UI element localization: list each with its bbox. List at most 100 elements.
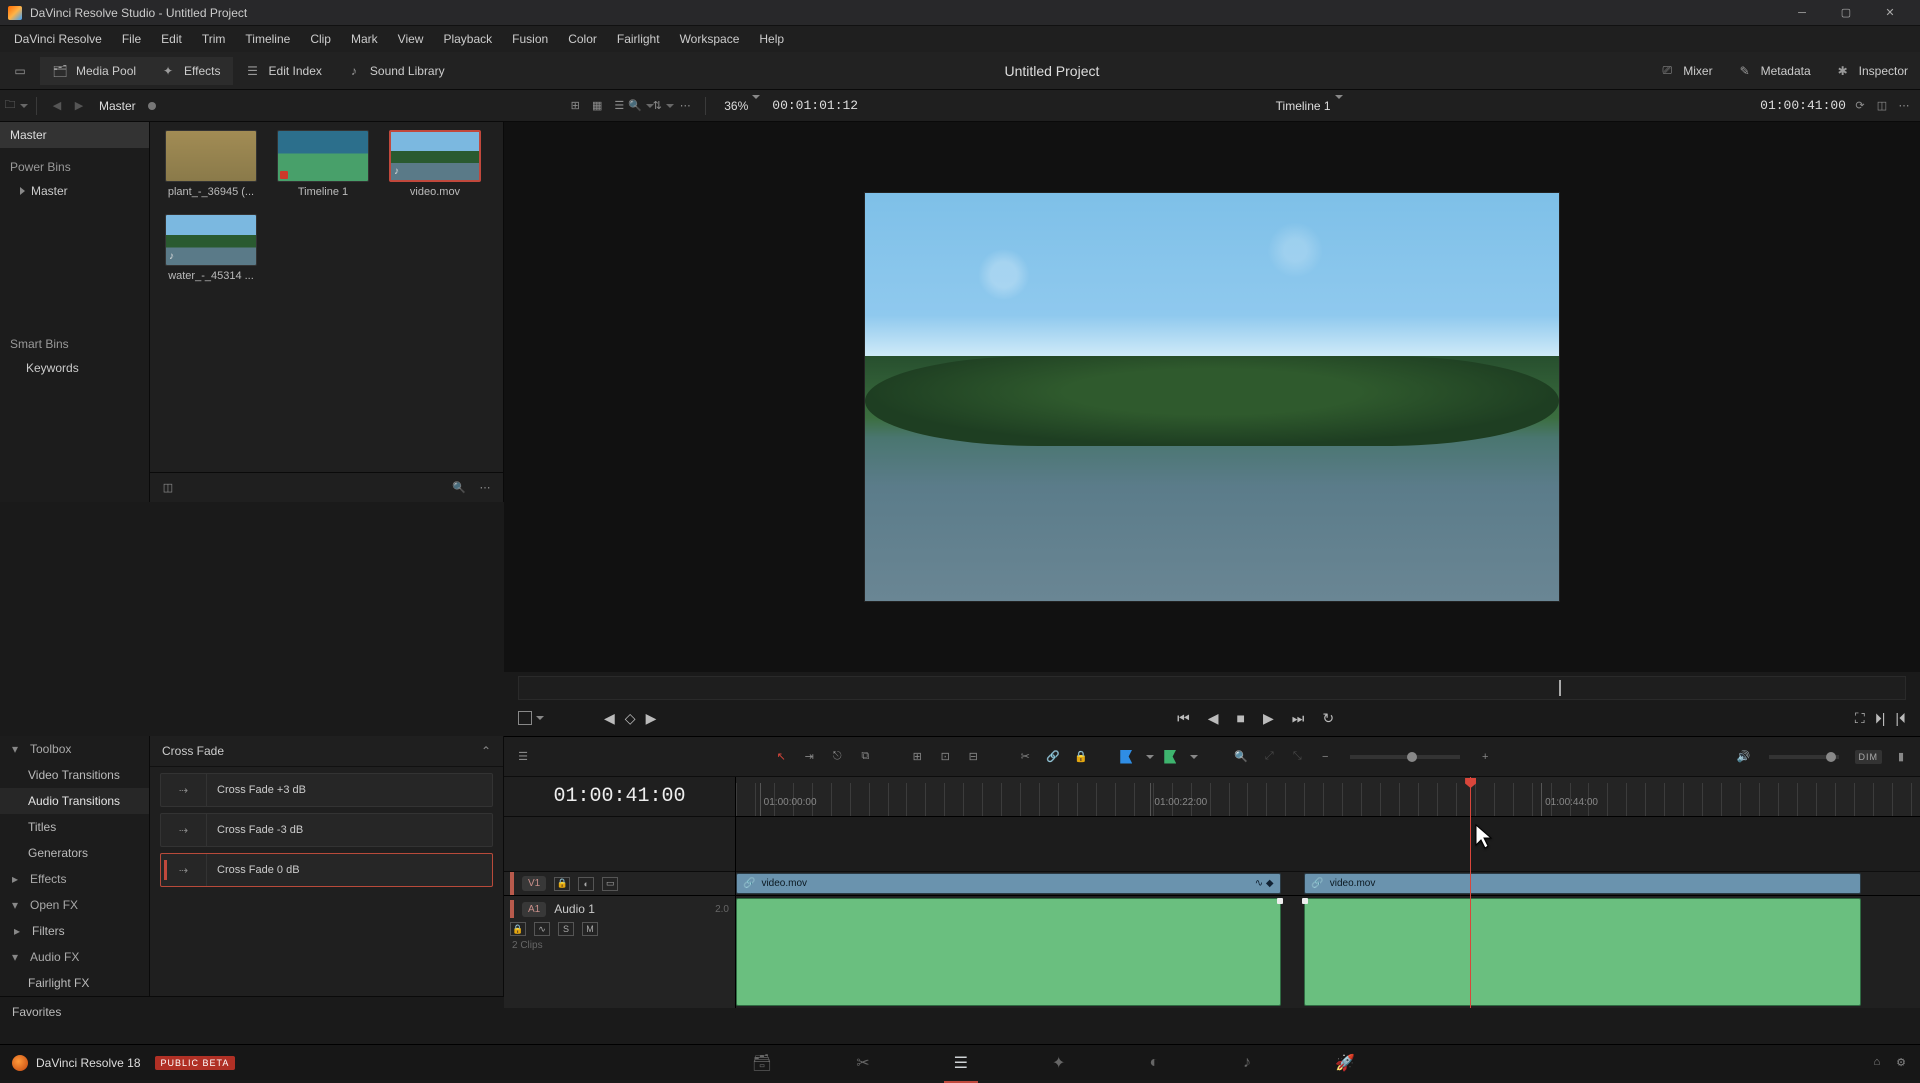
cat-openfx[interactable]: ▾Open FX [0,892,149,918]
viewer-zoom[interactable]: 36% [718,99,766,113]
next-clip[interactable]: ⏵| [1875,710,1886,727]
soundlibrary-toggle[interactable]: ♪Sound Library [334,57,457,85]
menu-help[interactable]: Help [749,28,794,50]
effects-toggle[interactable]: ✦Effects [148,57,232,85]
fx-item[interactable]: ⇢Cross Fade +3 dB [160,773,493,807]
menu-fairlight[interactable]: Fairlight [607,28,670,50]
cat-video-transitions[interactable]: Video Transitions [0,762,149,788]
bin-master[interactable]: Master [0,122,149,148]
replace-clip[interactable]: ⊟ [964,748,982,766]
nav-back[interactable]: ◀ [49,98,65,114]
insert-clip[interactable]: ⊞ [908,748,926,766]
menu-timeline[interactable]: Timeline [235,28,300,50]
sort-icon[interactable]: ⇅ [655,98,671,114]
video-clip[interactable]: 🔗video.mov [1304,873,1860,894]
go-first[interactable]: ⏮ [1177,710,1190,727]
menu-playback[interactable]: Playback [433,28,502,50]
source-timecode[interactable]: 00:01:01:12 [772,98,858,113]
go-last[interactable]: ⏭ [1292,710,1305,727]
collapse-icon[interactable]: ⌃ [481,744,491,758]
page-edit[interactable]: ☰ [954,1053,968,1073]
page-media[interactable]: 🗃 [752,1053,772,1073]
flag-blue[interactable] [1120,750,1132,764]
media-clip[interactable]: Timeline 1 [274,130,372,198]
menu-file[interactable]: File [112,28,151,50]
page-fusion[interactable]: ✦ [1052,1053,1065,1073]
menu-trim[interactable]: Trim [192,28,236,50]
timeline-timecode[interactable]: 01:00:41:00 [504,777,735,817]
cat-fairlightfx[interactable]: Fairlight FX [0,970,149,996]
solo-a1[interactable]: S [558,922,574,936]
media-clip[interactable]: ♪video.mov [386,130,484,198]
monitor-vol-icon[interactable]: 🔊 [1735,748,1753,766]
menu-workspace[interactable]: Workspace [670,28,750,50]
menu-davinci[interactable]: DaVinci Resolve [4,28,112,50]
search-icon[interactable]: 🔍 [633,98,649,114]
home-button[interactable]: ⌂ [1873,1056,1880,1069]
menu-view[interactable]: View [388,28,434,50]
menu-edit[interactable]: Edit [151,28,192,50]
cat-generators[interactable]: Generators [0,840,149,866]
close-button[interactable]: ✕ [1868,0,1912,26]
track-name-a1[interactable]: Audio 1 [554,902,595,916]
audio-clip[interactable] [736,898,1281,1006]
disable-v1[interactable]: ▭ [602,877,618,891]
inspector-toggle[interactable]: ✱Inspector [1823,57,1920,85]
cat-toolbox[interactable]: ▾Toolbox [0,736,149,762]
maximize-button[interactable]: ▢ [1824,0,1868,26]
page-fairlight[interactable]: ♪ [1243,1054,1251,1072]
zoom-full[interactable]: ⤢ [1260,748,1278,766]
track-header-a1[interactable]: A1 Audio 1 2.0 🔒 ∿ S M 2 Clips [504,896,735,1008]
lock-tool[interactable]: 🔒 [1072,748,1090,766]
menu-clip[interactable]: Clip [300,28,341,50]
overwrite-clip[interactable]: ⊡ [936,748,954,766]
minimize-button[interactable]: ─ [1780,0,1824,26]
trim-tool[interactable]: ⇥ [800,748,818,766]
smartbin-keywords[interactable]: Keywords [0,357,149,379]
menu-color[interactable]: Color [558,28,607,50]
track-indicator-v1[interactable] [510,872,514,895]
crop-tool[interactable] [518,711,544,725]
viewer-options[interactable]: ⋯ [1896,98,1912,114]
bin-breadcrumb[interactable]: Master [93,99,142,113]
zoom-slider[interactable] [1350,755,1460,759]
cat-effects[interactable]: ▸Effects [0,866,149,892]
match-frame[interactable]: ⛶ [1855,710,1865,727]
panel-view-icon[interactable]: ◫ [160,480,176,496]
loop[interactable]: ↻ [1322,710,1334,727]
viewer-canvas[interactable] [504,122,1920,672]
media-clip[interactable]: ♪water_-_45314 ... [162,214,260,282]
monitor-vol-slider[interactable] [1769,755,1839,759]
page-color[interactable]: ◐ [1149,1054,1159,1072]
nav-fwd[interactable]: ▶ [71,98,87,114]
flag-green[interactable] [1164,750,1176,764]
meters-icon[interactable]: ▮ [1892,748,1910,766]
mute-a1[interactable]: M [582,922,598,936]
fx-item[interactable]: ⇢Cross Fade -3 dB [160,813,493,847]
zoom-out[interactable]: − [1316,748,1334,766]
playhead[interactable] [1470,777,1471,1008]
dynamic-trim-tool[interactable]: ⎋ [828,748,846,766]
prev-edit[interactable]: ◀ [604,710,615,727]
bypass-fx-icon[interactable]: ⟳ [1852,98,1868,114]
thumb-view[interactable]: ▦ [589,98,605,114]
search-timeline[interactable]: 🔍 [1232,748,1250,766]
auto-v1[interactable]: ◐ [578,877,594,891]
page-deliver[interactable]: 🚀 [1335,1053,1355,1073]
mediapool-toggle[interactable]: 🗂Media Pool [40,57,148,85]
viewer-scrubber[interactable] [518,676,1906,700]
timeline-name-dropdown[interactable]: Timeline 1 [1270,99,1349,113]
cat-titles[interactable]: Titles [0,814,149,840]
panel-options-icon[interactable]: ⋯ [477,480,493,496]
current-edit[interactable]: ◇ [625,710,636,727]
track-tag-a1[interactable]: A1 [522,902,546,917]
curve-a1[interactable]: ∿ [534,922,550,936]
mixer-toggle[interactable]: ⎚Mixer [1647,57,1724,85]
cat-audio-transitions[interactable]: Audio Transitions [0,788,149,814]
search-icon[interactable]: 🔍 [451,480,467,496]
options-icon[interactable]: ⋯ [677,98,693,114]
dim-button[interactable]: DIM [1855,750,1883,764]
selection-tool[interactable]: ↖ [772,748,790,766]
metadata-view[interactable]: ⊞ [567,98,583,114]
video-clip[interactable]: 🔗video.mov∿ ◆ [736,873,1281,894]
